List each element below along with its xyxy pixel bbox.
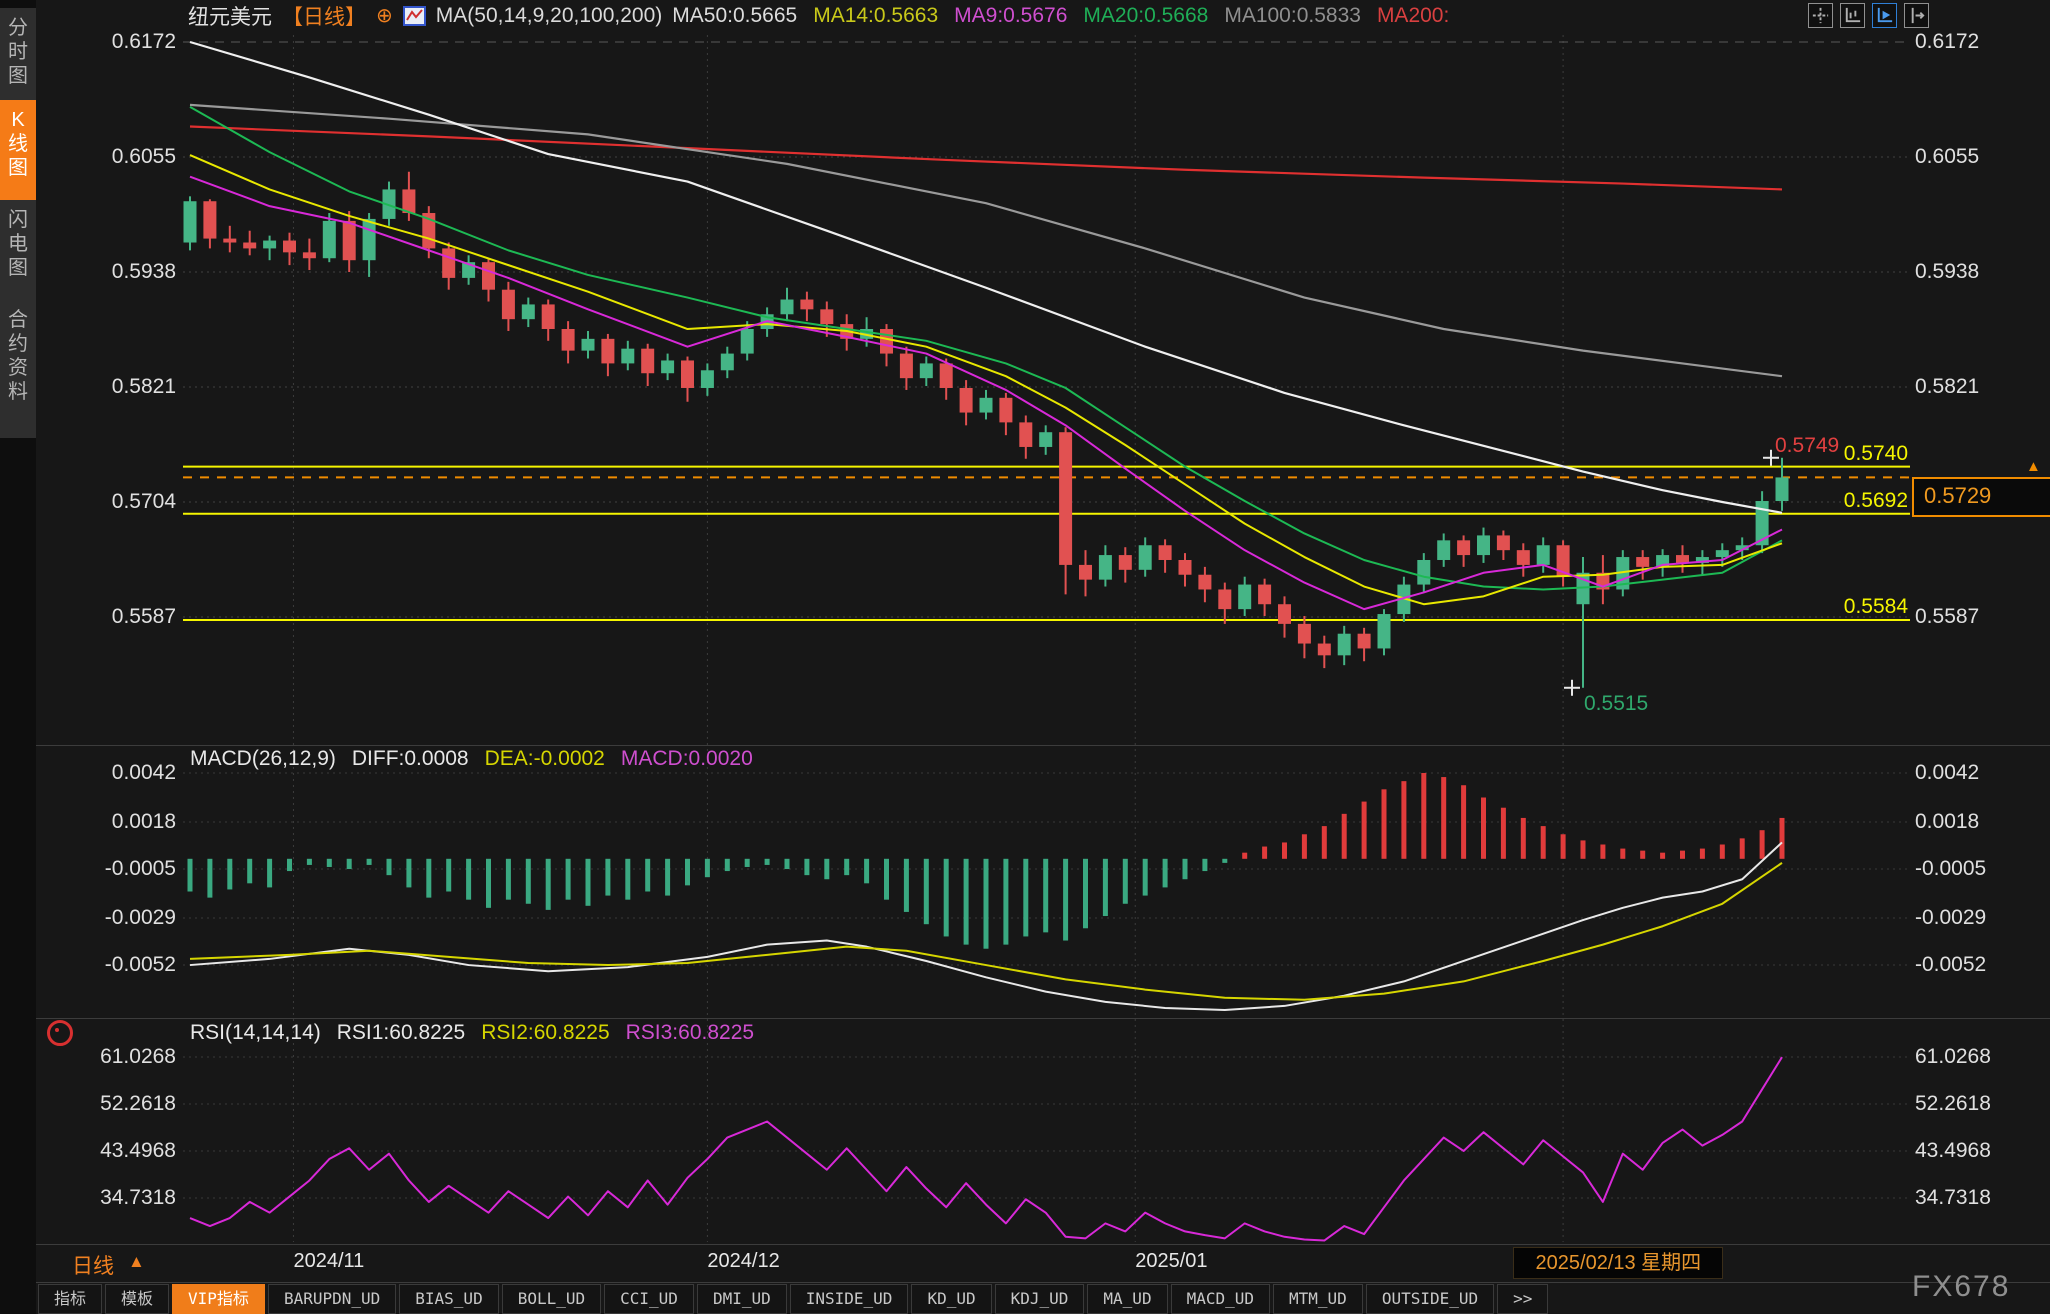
window-axis-fit-icon[interactable] xyxy=(1840,3,1865,28)
ma-value-label: MA200: xyxy=(1377,4,1449,28)
indicator-settings-icon[interactable] xyxy=(47,1020,73,1046)
last-price-box: 0.5729 xyxy=(1912,477,2050,517)
ma-value-list: MA50:0.5665 MA14:0.5663 MA9:0.5676 MA20:0.5… xyxy=(672,4,1449,28)
bottom-tab-8[interactable]: INSIDE_UD xyxy=(790,1284,909,1314)
bottom-tab-4[interactable]: BIAS_UD xyxy=(399,1284,498,1314)
sidebar-item-label: 分时图 xyxy=(7,16,29,88)
rsi-header: RSI(14,14,14) RSI1:60.8225RSI2:60.8225RS… xyxy=(190,1021,754,1045)
sidebar-item-2[interactable]: 闪电图 xyxy=(0,200,36,306)
bottom-tab-11[interactable]: MA_UD xyxy=(1087,1284,1167,1314)
timeframe-arrow-icon[interactable]: ▲ xyxy=(128,1252,145,1272)
macd-value-label: MACD:0.0020 xyxy=(621,747,753,771)
timeframe-label[interactable]: 日线 xyxy=(72,1250,114,1280)
bottom-tab-13[interactable]: MTM_UD xyxy=(1273,1284,1363,1314)
bottom-tab-9[interactable]: KD_UD xyxy=(911,1284,991,1314)
level-price-label: 0.5584 xyxy=(1700,595,1908,619)
watermark: FX678 xyxy=(1912,1270,2010,1304)
window-pane-shift-icon[interactable] xyxy=(1904,3,1929,28)
ma-value-label: MA50:0.5665 xyxy=(672,4,797,28)
level-price-label: 0.5740 xyxy=(1700,442,1908,466)
date-label: 2024/11 xyxy=(293,1250,364,1273)
level-price-label: 0.5692 xyxy=(1700,489,1908,513)
chart-header: 纽元美元 【日线】 ⊕ MA(50,14,9,20,100,200) MA50:… xyxy=(188,2,1449,30)
window-toolbar xyxy=(1808,3,1929,28)
circle-plus-icon[interactable]: ⊕ xyxy=(376,6,393,26)
macd-value-label: DEA:-0.0002 xyxy=(485,747,605,771)
macd-value-label: DIFF:0.0008 xyxy=(352,747,469,771)
macd-header: MACD(26,12,9) DIFF:0.0008 DEA:-0.0002 MACD… xyxy=(190,747,753,771)
indicator-tab-bar: 指标模板VIP指标BARUPDN_UDBIAS_UDBOLL_UDCCI_UDD… xyxy=(38,1284,1548,1314)
price-up-arrow-icon: ▲ xyxy=(2026,458,2041,475)
rsi-value-label: RSI2:60.8225 xyxy=(481,1021,609,1045)
bottom-tab-6[interactable]: CCI_UD xyxy=(604,1284,694,1314)
date-label: 2025/01 xyxy=(1135,1250,1207,1273)
macd-title[interactable]: MACD(26,12,9) xyxy=(190,747,336,771)
window-auto-scroll-icon[interactable] xyxy=(1872,3,1897,28)
rsi-title[interactable]: RSI(14,14,14) xyxy=(190,1021,321,1045)
sidebar-item-1[interactable]: K线图 xyxy=(0,100,36,206)
bottom-tab-7[interactable]: DMI_UD xyxy=(697,1284,787,1314)
bottom-tab-15[interactable]: >> xyxy=(1497,1284,1548,1314)
left-sidebar: 分时图 K线图闪电图合约资料 xyxy=(0,0,36,1314)
bottom-tab-1[interactable]: 模板 xyxy=(105,1284,169,1314)
ma-value-label: MA20:0.5668 xyxy=(1083,4,1208,28)
macd-values: DIFF:0.0008 DEA:-0.0002 MACD:0.0020 xyxy=(352,747,753,771)
mini-chart-icon[interactable] xyxy=(403,6,426,26)
bottom-tab-14[interactable]: OUTSIDE_UD xyxy=(1366,1284,1494,1314)
symbol-name: 纽元美元 xyxy=(188,1,272,31)
bottom-tab-2[interactable]: VIP指标 xyxy=(172,1284,265,1314)
ma-value-label: MA9:0.5676 xyxy=(954,4,1067,28)
period-tag[interactable]: 【日线】 xyxy=(282,1,366,31)
ma-value-label: MA14:0.5663 xyxy=(813,4,938,28)
bottom-tab-12[interactable]: MACD_UD xyxy=(1171,1284,1270,1314)
bottom-tab-5[interactable]: BOLL_UD xyxy=(502,1284,601,1314)
rsi-value-label: RSI3:60.8225 xyxy=(626,1021,754,1045)
low-price-label: 0.5515 xyxy=(1584,692,1648,716)
rsi-value-label: RSI1:60.8225 xyxy=(337,1021,465,1045)
sidebar-item-label: 合约资料 xyxy=(7,308,29,404)
bottom-tab-10[interactable]: KDJ_UD xyxy=(995,1284,1085,1314)
current-date-box: 2025/02/13 星期四 xyxy=(1513,1247,1723,1279)
chart-canvas[interactable] xyxy=(0,0,2050,1314)
rsi-values: RSI1:60.8225 RSI2:60.8225 RSI3:60.8225 xyxy=(337,1021,754,1045)
date-label: 2024/12 xyxy=(707,1250,779,1273)
bottom-tab-3[interactable]: BARUPDN_UD xyxy=(268,1284,396,1314)
sidebar-item-label: K线图 xyxy=(7,108,29,180)
bottom-tab-0[interactable]: 指标 xyxy=(38,1284,102,1314)
ma-value-label: MA100:0.5833 xyxy=(1224,4,1361,28)
window-move-tool-icon[interactable] xyxy=(1808,3,1833,28)
sidebar-item-0[interactable]: 分时图 xyxy=(0,8,36,108)
trading-app: 分时图 K线图闪电图合约资料 纽元美元 【日线】 ⊕ MA(50,14,9,20,… xyxy=(0,0,2050,1314)
sidebar-item-3[interactable]: 合约资料 xyxy=(0,300,36,438)
sidebar-item-label: 闪电图 xyxy=(7,208,29,280)
ma-settings-label[interactable]: MA(50,14,9,20,100,200) xyxy=(436,4,663,28)
